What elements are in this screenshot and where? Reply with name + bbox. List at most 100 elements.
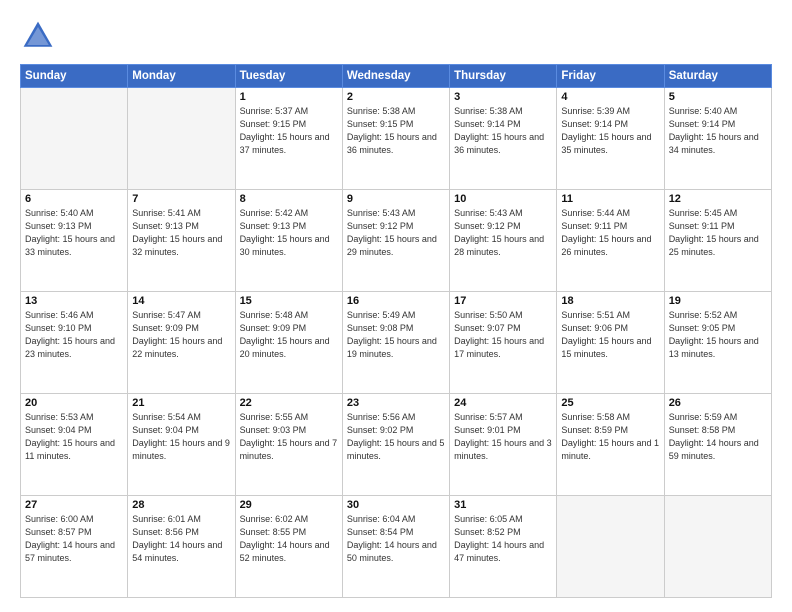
day-info: Sunrise: 5:49 AM Sunset: 9:08 PM Dayligh… (347, 309, 445, 361)
day-cell: 7 Sunrise: 5:41 AM Sunset: 9:13 PM Daylig… (128, 190, 235, 292)
day-number: 6 (25, 193, 123, 205)
day-info: Sunrise: 5:40 AM Sunset: 9:13 PM Dayligh… (25, 207, 123, 259)
day-info: Sunrise: 5:48 AM Sunset: 9:09 PM Dayligh… (240, 309, 338, 361)
day-info: Sunrise: 5:56 AM Sunset: 9:02 PM Dayligh… (347, 411, 445, 463)
day-number: 27 (25, 499, 123, 511)
logo (20, 18, 62, 54)
day-cell: 14 Sunrise: 5:47 AM Sunset: 9:09 PM Dayli… (128, 292, 235, 394)
day-cell: 16 Sunrise: 5:49 AM Sunset: 9:08 PM Dayli… (342, 292, 449, 394)
weekday-header-wednesday: Wednesday (342, 65, 449, 88)
day-info: Sunrise: 5:37 AM Sunset: 9:15 PM Dayligh… (240, 105, 338, 157)
day-number: 7 (132, 193, 230, 205)
day-number: 23 (347, 397, 445, 409)
day-info: Sunrise: 5:40 AM Sunset: 9:14 PM Dayligh… (669, 105, 767, 157)
day-cell: 23 Sunrise: 5:56 AM Sunset: 9:02 PM Dayli… (342, 394, 449, 496)
day-info: Sunrise: 5:47 AM Sunset: 9:09 PM Dayligh… (132, 309, 230, 361)
day-info: Sunrise: 5:55 AM Sunset: 9:03 PM Dayligh… (240, 411, 338, 463)
weekday-header-sunday: Sunday (21, 65, 128, 88)
day-cell: 5 Sunrise: 5:40 AM Sunset: 9:14 PM Daylig… (664, 88, 771, 190)
day-cell (557, 496, 664, 598)
day-number: 26 (669, 397, 767, 409)
weekday-header-friday: Friday (557, 65, 664, 88)
day-info: Sunrise: 5:41 AM Sunset: 9:13 PM Dayligh… (132, 207, 230, 259)
day-number: 25 (561, 397, 659, 409)
day-cell: 15Sunrise: 5:48 AM Sunset: 9:09 PM Dayli… (235, 292, 342, 394)
day-cell: 22Sunrise: 5:55 AM Sunset: 9:03 PM Dayli… (235, 394, 342, 496)
day-cell: 27 Sunrise: 6:00 AM Sunset: 8:57 PM Dayli… (21, 496, 128, 598)
weekday-header-monday: Monday (128, 65, 235, 88)
day-number: 28 (132, 499, 230, 511)
day-cell (128, 88, 235, 190)
day-cell: 18 Sunrise: 5:51 AM Sunset: 9:06 PM Dayli… (557, 292, 664, 394)
day-info: Sunrise: 6:04 AM Sunset: 8:54 PM Dayligh… (347, 513, 445, 565)
day-cell: 30 Sunrise: 6:04 AM Sunset: 8:54 PM Dayli… (342, 496, 449, 598)
day-number: 18 (561, 295, 659, 307)
day-info: Sunrise: 5:42 AM Sunset: 9:13 PM Dayligh… (240, 207, 338, 259)
day-info: Sunrise: 5:38 AM Sunset: 9:15 PM Dayligh… (347, 105, 445, 157)
day-cell: 26 Sunrise: 5:59 AM Sunset: 8:58 PM Dayli… (664, 394, 771, 496)
day-cell (664, 496, 771, 598)
day-info: Sunrise: 5:53 AM Sunset: 9:04 PM Dayligh… (25, 411, 123, 463)
day-info: Sunrise: 5:45 AM Sunset: 9:11 PM Dayligh… (669, 207, 767, 259)
day-cell: 29 Sunrise: 6:02 AM Sunset: 8:55 PM Dayli… (235, 496, 342, 598)
day-number: 8 (240, 193, 338, 205)
logo-icon (20, 18, 56, 54)
day-number: 12 (669, 193, 767, 205)
day-number: 4 (561, 91, 659, 103)
header (20, 18, 772, 54)
day-cell: 21 Sunrise: 5:54 AM Sunset: 9:04 PM Dayli… (128, 394, 235, 496)
day-number: 13 (25, 295, 123, 307)
day-info: Sunrise: 5:54 AM Sunset: 9:04 PM Dayligh… (132, 411, 230, 463)
week-row-3: 20 Sunrise: 5:53 AM Sunset: 9:04 PM Dayli… (21, 394, 772, 496)
day-info: Sunrise: 5:57 AM Sunset: 9:01 PM Dayligh… (454, 411, 552, 463)
day-cell: 24Sunrise: 5:57 AM Sunset: 9:01 PM Dayli… (450, 394, 557, 496)
day-info: Sunrise: 6:02 AM Sunset: 8:55 PM Dayligh… (240, 513, 338, 565)
day-info: Sunrise: 6:00 AM Sunset: 8:57 PM Dayligh… (25, 513, 123, 565)
day-cell: 17 Sunrise: 5:50 AM Sunset: 9:07 PM Dayli… (450, 292, 557, 394)
day-info: Sunrise: 6:05 AM Sunset: 8:52 PM Dayligh… (454, 513, 552, 565)
day-cell: 8 Sunrise: 5:42 AM Sunset: 9:13 PM Daylig… (235, 190, 342, 292)
day-cell: 6 Sunrise: 5:40 AM Sunset: 9:13 PM Daylig… (21, 190, 128, 292)
day-info: Sunrise: 5:43 AM Sunset: 9:12 PM Dayligh… (454, 207, 552, 259)
day-number: 1 (240, 91, 338, 103)
day-number: 14 (132, 295, 230, 307)
weekday-header-saturday: Saturday (664, 65, 771, 88)
day-number: 16 (347, 295, 445, 307)
day-cell: 19 Sunrise: 5:52 AM Sunset: 9:05 PM Dayli… (664, 292, 771, 394)
day-number: 30 (347, 499, 445, 511)
day-cell (21, 88, 128, 190)
day-cell: 13 Sunrise: 5:46 AM Sunset: 9:10 PM Dayli… (21, 292, 128, 394)
day-info: Sunrise: 6:01 AM Sunset: 8:56 PM Dayligh… (132, 513, 230, 565)
day-cell: 25Sunrise: 5:58 AM Sunset: 8:59 PM Dayli… (557, 394, 664, 496)
day-number: 20 (25, 397, 123, 409)
week-row-0: 1 Sunrise: 5:37 AM Sunset: 9:15 PM Daylig… (21, 88, 772, 190)
day-info: Sunrise: 5:43 AM Sunset: 9:12 PM Dayligh… (347, 207, 445, 259)
day-cell: 11 Sunrise: 5:44 AM Sunset: 9:11 PM Dayli… (557, 190, 664, 292)
day-number: 21 (132, 397, 230, 409)
day-cell: 20 Sunrise: 5:53 AM Sunset: 9:04 PM Dayli… (21, 394, 128, 496)
page: SundayMondayTuesdayWednesdayThursdayFrid… (0, 0, 792, 612)
day-info: Sunrise: 5:51 AM Sunset: 9:06 PM Dayligh… (561, 309, 659, 361)
day-number: 17 (454, 295, 552, 307)
day-cell: 28 Sunrise: 6:01 AM Sunset: 8:56 PM Dayli… (128, 496, 235, 598)
day-cell: 12 Sunrise: 5:45 AM Sunset: 9:11 PM Dayli… (664, 190, 771, 292)
day-info: Sunrise: 5:44 AM Sunset: 9:11 PM Dayligh… (561, 207, 659, 259)
day-info: Sunrise: 5:52 AM Sunset: 9:05 PM Dayligh… (669, 309, 767, 361)
day-number: 9 (347, 193, 445, 205)
calendar-table: SundayMondayTuesdayWednesdayThursdayFrid… (20, 64, 772, 598)
day-cell: 31Sunrise: 6:05 AM Sunset: 8:52 PM Dayli… (450, 496, 557, 598)
day-cell: 9 Sunrise: 5:43 AM Sunset: 9:12 PM Daylig… (342, 190, 449, 292)
day-number: 29 (240, 499, 338, 511)
day-info: Sunrise: 5:50 AM Sunset: 9:07 PM Dayligh… (454, 309, 552, 361)
weekday-header-thursday: Thursday (450, 65, 557, 88)
day-number: 19 (669, 295, 767, 307)
day-info: Sunrise: 5:39 AM Sunset: 9:14 PM Dayligh… (561, 105, 659, 157)
week-row-4: 27 Sunrise: 6:00 AM Sunset: 8:57 PM Dayli… (21, 496, 772, 598)
week-row-2: 13 Sunrise: 5:46 AM Sunset: 9:10 PM Dayli… (21, 292, 772, 394)
day-number: 11 (561, 193, 659, 205)
day-number: 10 (454, 193, 552, 205)
day-info: Sunrise: 5:59 AM Sunset: 8:58 PM Dayligh… (669, 411, 767, 463)
day-cell: 4 Sunrise: 5:39 AM Sunset: 9:14 PM Daylig… (557, 88, 664, 190)
day-info: Sunrise: 5:46 AM Sunset: 9:10 PM Dayligh… (25, 309, 123, 361)
day-number: 5 (669, 91, 767, 103)
